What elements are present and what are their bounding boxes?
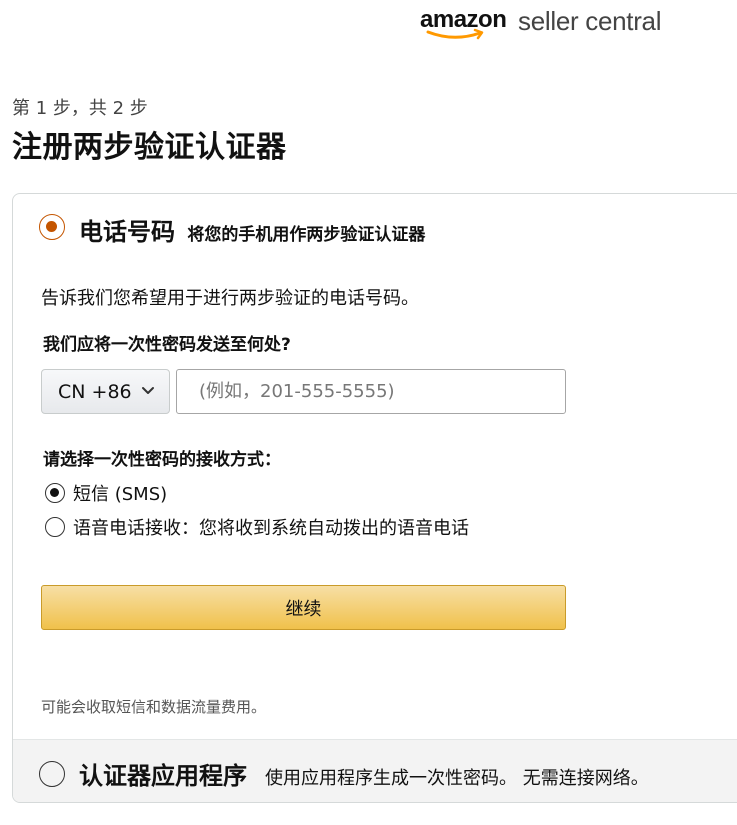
amazon-smile-icon (426, 28, 484, 40)
method-option-voice[interactable]: 语音电话接收：您将收到系统自动拨出的语音电话 (45, 514, 469, 540)
phone-option-header[interactable]: 电话号码 将您的手机用作两步验证认证器 (39, 212, 639, 246)
voice-radio[interactable] (45, 517, 65, 537)
step-indicator: 第 1 步，共 2 步 (12, 98, 148, 119)
country-code-select[interactable]: CN +86 (41, 369, 170, 414)
method-label: 请选择一次性密码的接收方式： (43, 450, 281, 470)
sms-label: 短信 (SMS) (73, 484, 168, 505)
voice-label: 语音电话接收：您将收到系统自动拨出的语音电话 (73, 518, 469, 539)
phone-option-title-text: 电话号码 (79, 218, 175, 246)
country-code-value: CN +86 (58, 380, 132, 403)
continue-button[interactable]: 继续 (41, 585, 566, 630)
logo-product: seller central (518, 6, 662, 36)
authenticator-app-radio[interactable] (39, 761, 65, 787)
phone-option-title: 电话号码 将您的手机用作两步验证认证器 (79, 212, 425, 247)
sms-radio[interactable] (45, 483, 65, 503)
phone-option-radio[interactable] (39, 214, 65, 240)
authenticator-app-subtitle: 使用应用程序生成一次性密码。 无需连接网络。 (265, 768, 649, 789)
authenticator-app-option[interactable]: 认证器应用程序 使用应用程序生成一次性密码。 无需连接网络。 (13, 739, 737, 802)
auth-options-card: 电话号码 将您的手机用作两步验证认证器 告诉我们您希望用于进行两步验证的电话号码… (12, 193, 737, 803)
method-option-sms[interactable]: 短信 (SMS) (45, 480, 167, 506)
authenticator-app-title: 认证器应用程序 (79, 762, 247, 790)
chevron-down-icon (142, 387, 154, 394)
phone-number-input[interactable] (176, 369, 566, 414)
fee-note: 可能会收取短信和数据流量费用。 (41, 698, 267, 716)
page-title: 注册两步验证认证器 (12, 130, 287, 165)
destination-label: 我们应将一次性密码发送至何处? (43, 335, 291, 355)
phone-option-subtitle: 将您的手机用作两步验证认证器 (187, 225, 426, 245)
phone-description: 告诉我们您希望用于进行两步验证的电话号码。 (41, 288, 419, 309)
